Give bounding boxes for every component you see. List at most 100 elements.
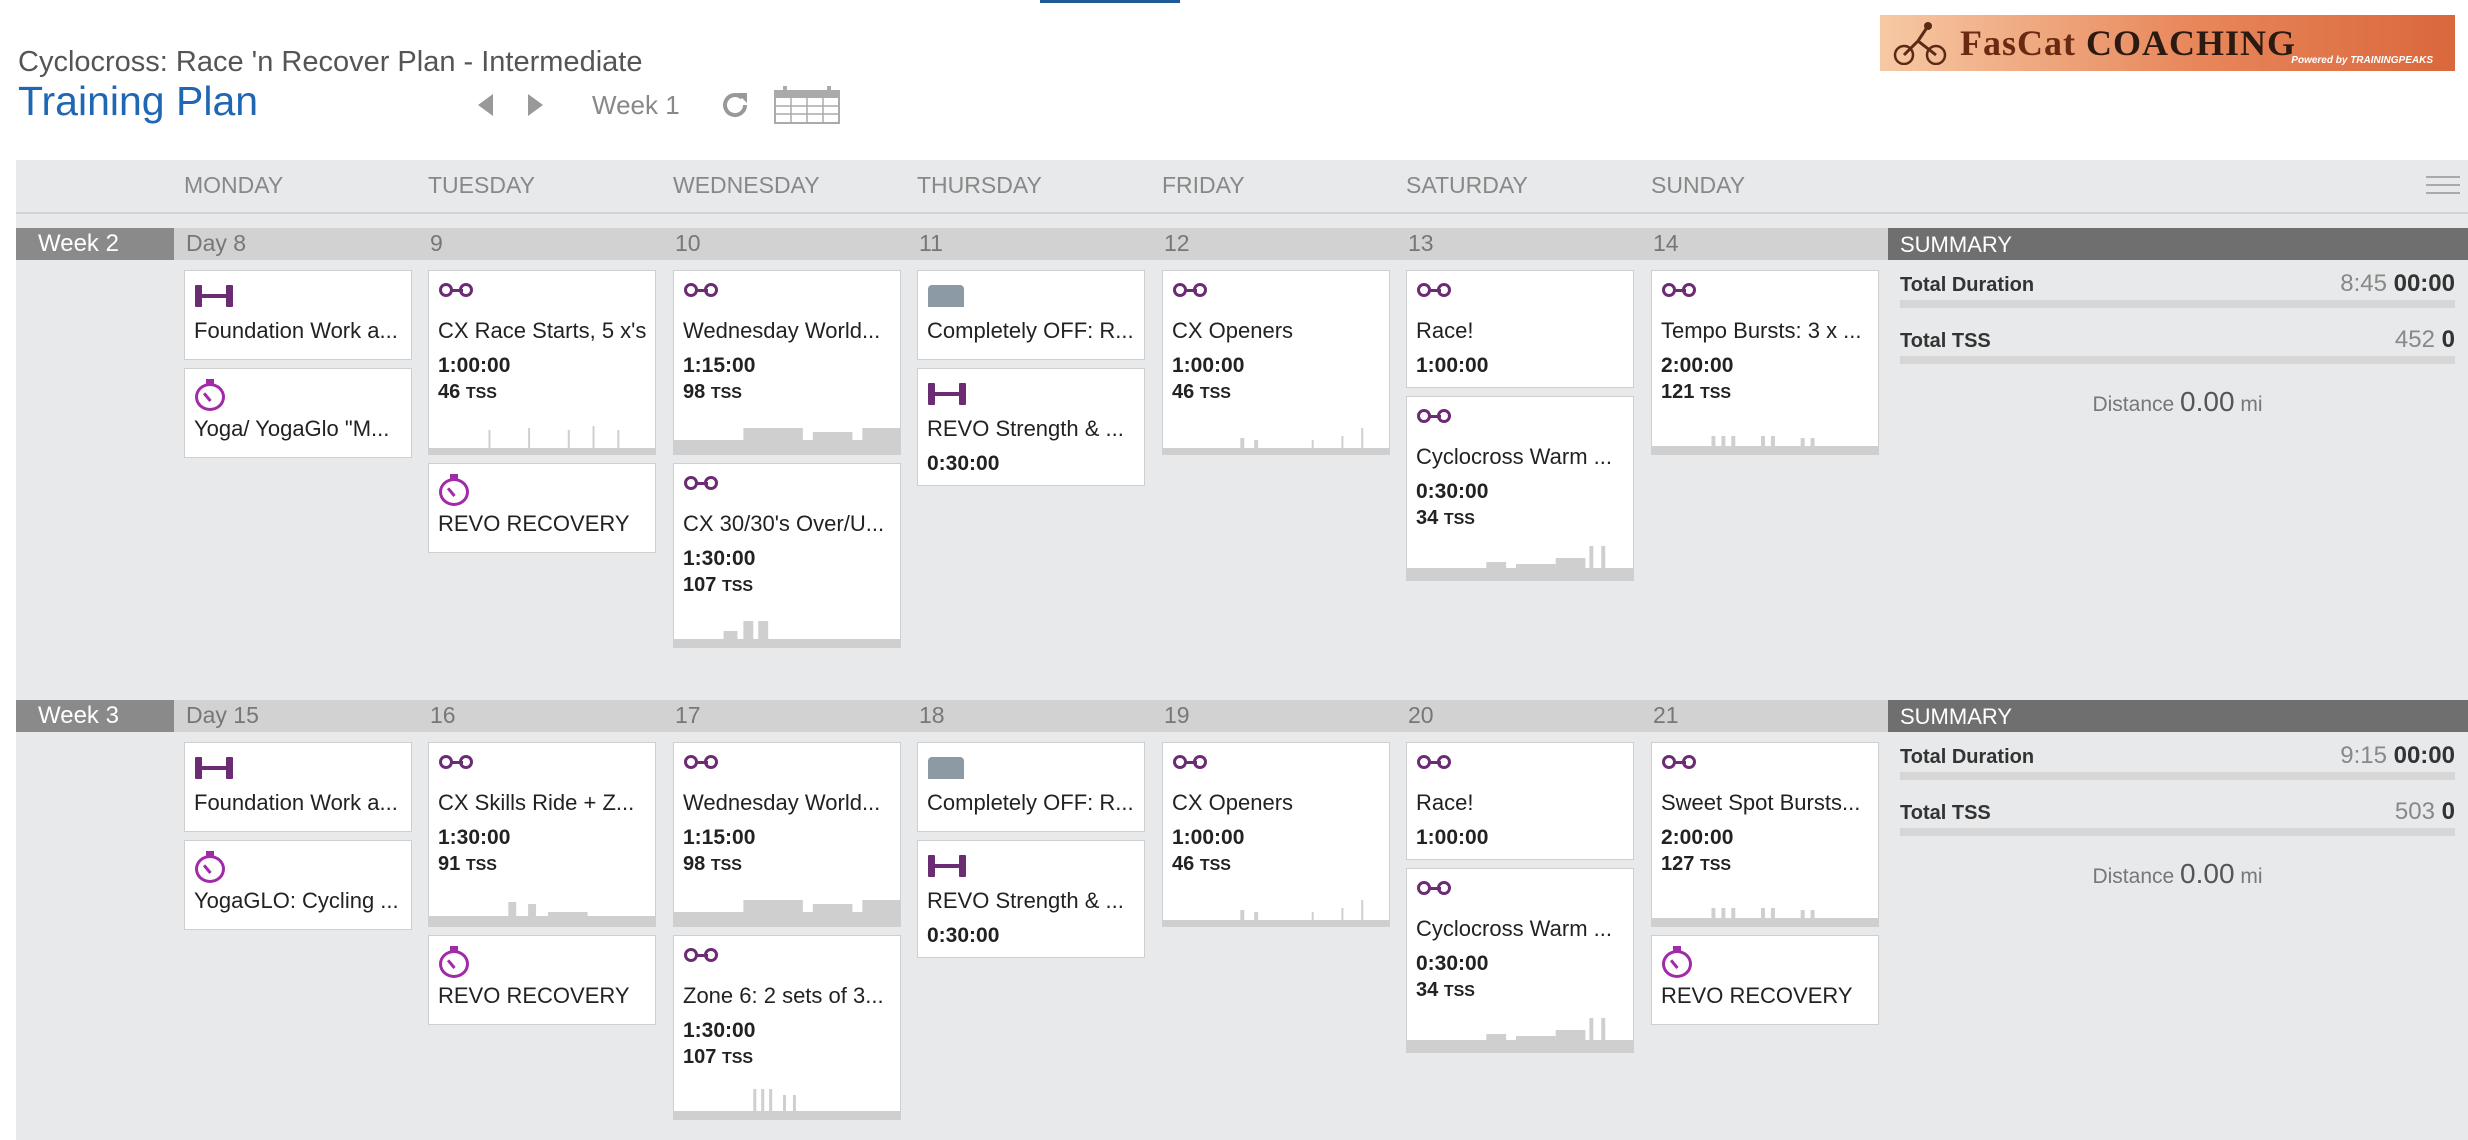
training-calendar: MONDAY TUESDAY WEDNESDAY THURSDAY FRIDAY… (16, 160, 2468, 1140)
stopwatch-icon (1662, 946, 1692, 978)
bike-icon (1417, 283, 1455, 299)
workout-card[interactable]: Completely OFF: R... (917, 270, 1145, 360)
workout-card[interactable]: REVO Strength & ... 0:30:00 (917, 840, 1145, 958)
tss-value: 46 (438, 381, 461, 403)
workout-tss: 127 TSS (1661, 853, 1731, 876)
workout-card[interactable]: Wednesday World... 1:15:00 98 TSS (673, 742, 901, 927)
graph-segment (1254, 440, 1259, 454)
week-summary: Total Duration 8:45 00:00 Total TSS 452 0 Di… (1900, 270, 2455, 418)
workout-profile-graph (674, 1089, 900, 1119)
bike-icon (684, 948, 722, 964)
tss-value: 91 (438, 853, 461, 875)
workout-card[interactable]: Completely OFF: R... (917, 742, 1145, 832)
refresh-button[interactable] (710, 82, 760, 128)
graph-segment (792, 1095, 796, 1119)
graph-segment (1721, 908, 1726, 926)
tss-unit: TSS (1443, 983, 1475, 1000)
duration-progress-bar (1900, 772, 2455, 780)
calendar-button[interactable] (772, 82, 842, 128)
tss-value: 46 (1172, 381, 1195, 403)
bike-icon (1173, 755, 1211, 771)
next-week-button[interactable] (510, 82, 560, 128)
workout-duration: 1:00:00 (438, 354, 511, 377)
completed-duration: 00:00 (2393, 742, 2455, 769)
workout-card[interactable]: Tempo Bursts: 3 x ... 2:00:00 121 TSS (1651, 270, 1879, 455)
week-label: Week 2 (16, 228, 174, 260)
calendar-icon (773, 86, 840, 124)
workout-duration: 1:30:00 (438, 826, 511, 849)
completed-tss: 0 (2441, 326, 2455, 353)
workout-duration: 2:00:00 (1661, 354, 1734, 377)
brand-name-part2: COACHING (2086, 23, 2297, 63)
workout-profile-graph (1407, 546, 1633, 580)
workout-card[interactable]: Sweet Spot Bursts... 2:00:00 127 TSS (1651, 742, 1879, 927)
workout-card[interactable]: REVO RECOVERY (428, 463, 656, 553)
total-tss-label: Total TSS (1900, 330, 1991, 352)
workout-tss: 121 TSS (1661, 381, 1731, 404)
graph-segment (743, 621, 754, 647)
workout-card[interactable]: Cyclocross Warm ... 0:30:00 34 TSS (1406, 396, 1634, 581)
workout-duration: 0:30:00 (1416, 952, 1489, 975)
bike-icon (1173, 283, 1211, 299)
workout-title: Race! (1416, 318, 1474, 343)
bike-icon (1662, 283, 1700, 299)
workout-card[interactable]: Zone 6: 2 sets of 3... 1:30:00 107 TSS (673, 935, 901, 1120)
workout-card[interactable]: REVO RECOVERY (428, 935, 656, 1025)
workout-card[interactable]: Yoga/ YogaGlo "M... (184, 368, 412, 458)
workout-card[interactable]: CX Skills Ride + Z... 1:30:00 91 TSS (428, 742, 656, 927)
workout-title: Sweet Spot Bursts... (1661, 790, 1861, 815)
workout-card[interactable]: Race! 1:00:00 (1406, 270, 1634, 388)
tss-unit: TSS (1699, 385, 1732, 402)
workout-card[interactable]: REVO Strength & ... 0:30:00 (917, 368, 1145, 486)
workout-card[interactable]: Race! 1:00:00 (1406, 742, 1634, 860)
graph-segment (761, 1089, 765, 1119)
workout-card[interactable]: CX Openers 1:00:00 46 TSS (1162, 742, 1390, 927)
tss-unit: TSS (721, 578, 754, 595)
planned-duration: 9:15 (2340, 742, 2387, 769)
weekday-tuesday: TUESDAY (428, 172, 535, 198)
weekday-thursday: THURSDAY (917, 172, 1042, 198)
graph-segment (1810, 438, 1815, 454)
workout-card[interactable]: Foundation Work a... (184, 742, 412, 832)
total-tss-label: Total TSS (1900, 802, 1991, 824)
graph-segment (1341, 436, 1344, 454)
workout-title: Race! (1416, 790, 1474, 815)
summary-duration-row: Total Duration 8:45 00:00 (1900, 270, 2455, 326)
workout-tss: 46 TSS (438, 381, 497, 404)
bike-icon (439, 755, 477, 771)
workout-card[interactable]: CX 30/30's Over/U... 1:30:00 107 TSS (673, 463, 901, 648)
calendar-menu-icon[interactable] (2426, 176, 2460, 196)
weekday-saturday: SATURDAY (1406, 172, 1528, 198)
coach-logo: FasCat COACHING Powered by TRAININGPEAKS (1880, 15, 2455, 71)
tss-progress-bar (1900, 356, 2455, 364)
workout-title: YogaGLO: Cycling ... (194, 888, 399, 913)
stopwatch-icon (195, 379, 225, 411)
workout-card[interactable]: Cyclocross Warm ... 0:30:00 34 TSS (1406, 868, 1634, 1053)
graph-segment (1311, 912, 1314, 926)
workout-profile-graph (1163, 900, 1389, 926)
workout-profile-graph (674, 428, 900, 454)
tss-unit: TSS (710, 857, 742, 874)
graph-segment (1800, 438, 1805, 454)
workout-tss: 34 TSS (1416, 507, 1475, 530)
tss-unit: TSS (465, 385, 497, 402)
workout-title: CX Race Starts, 5 x's (438, 318, 647, 343)
day-number: 19 (1164, 702, 1190, 728)
plan-name: Cyclocross: Race 'n Recover Plan - Inter… (18, 46, 643, 78)
dumbbell-icon (195, 285, 233, 307)
workout-card[interactable]: CX Openers 1:00:00 46 TSS (1162, 270, 1390, 455)
workout-card[interactable]: Foundation Work a... (184, 270, 412, 360)
summary-duration-row: Total Duration 9:15 00:00 (1900, 742, 2455, 798)
workout-card[interactable]: CX Race Starts, 5 x's 1:00:00 46 TSS (428, 270, 656, 455)
summary-header: SUMMARY (1888, 700, 2468, 732)
workout-card[interactable]: YogaGLO: Cycling ... (184, 840, 412, 930)
graph-segment (1555, 558, 1586, 580)
graph-segment (1555, 1030, 1586, 1052)
workout-card[interactable]: REVO RECOVERY (1651, 935, 1879, 1025)
previous-week-button[interactable] (460, 82, 510, 128)
workout-title: CX Openers (1172, 790, 1294, 815)
total-duration-label: Total Duration (1900, 746, 2035, 768)
workout-duration: 1:00:00 (1416, 354, 1489, 377)
top-active-indicator (1040, 0, 1180, 3)
workout-card[interactable]: Wednesday World... 1:15:00 98 TSS (673, 270, 901, 455)
